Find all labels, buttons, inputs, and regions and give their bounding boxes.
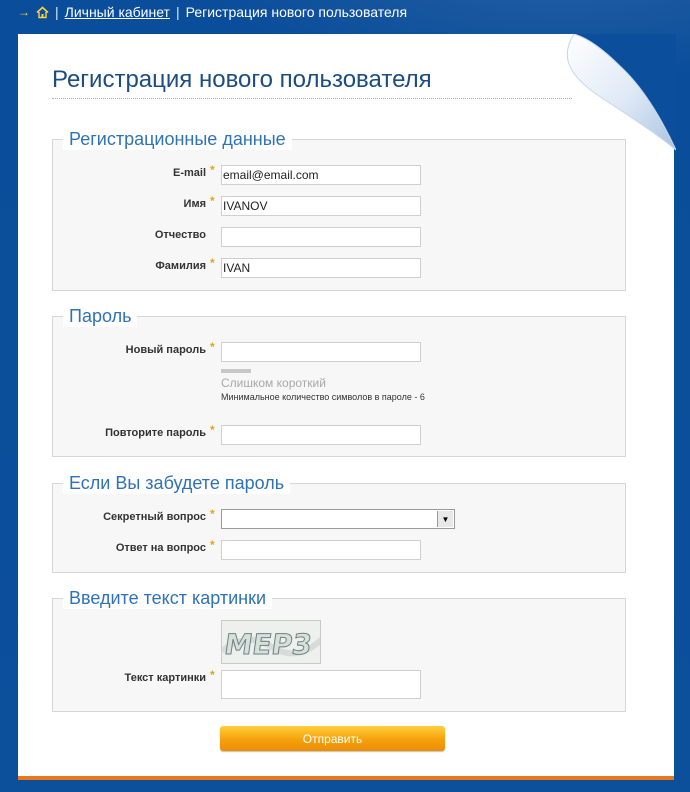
patronymic-field[interactable] [221,227,421,247]
page-title: Регистрация нового пользователя [52,66,432,93]
arrow-icon: → [18,5,30,19]
patronymic-label: Отчество [154,229,206,241]
email-label: E-mail [172,167,206,179]
submit-button[interactable]: Отправить [220,726,445,751]
breadcrumb-link-cabinet[interactable]: Личный кабинет [65,4,170,20]
section-legend: Введите текст картинки [63,587,273,609]
password-hint: Минимальное количество символов в пароле… [221,392,425,402]
chevron-down-icon[interactable]: ▼ [437,511,453,527]
repeat-password-label: Повторите пароль [105,427,206,439]
new-password-label: Новый пароль [125,344,206,356]
first-name-field[interactable] [221,196,421,216]
last-name-label: Фамилия [155,260,206,272]
home-icon[interactable] [36,5,49,19]
section-legend: Если Вы забудете пароль [63,472,291,494]
first-name-label: Имя [183,198,206,210]
title-divider [52,98,572,99]
last-name-field[interactable] [221,258,421,278]
breadcrumb-current: Регистрация нового пользователя [185,4,408,20]
captcha-input[interactable] [221,670,421,699]
breadcrumb-separator: | [175,4,180,20]
required-marker: * [210,507,215,521]
required-marker: * [210,256,215,270]
page-curl-decoration [560,33,677,152]
answer-field[interactable] [221,540,421,560]
repeat-password-field[interactable] [221,425,421,445]
required-marker: * [210,538,215,552]
breadcrumb: → | Личный кабинет | Регистрация нового … [18,2,680,22]
required-marker: * [210,163,215,177]
captcha-image: МЕР3 [221,620,321,664]
answer-label: Ответ на вопрос [115,542,206,554]
bottom-bar [18,776,674,780]
required-marker: * [210,423,215,437]
section-legend: Пароль [63,305,138,327]
password-strength-bar [221,369,251,373]
email-field[interactable] [221,165,421,185]
new-password-field[interactable] [221,342,421,362]
captcha-label: Текст картинки [124,672,206,684]
required-marker: * [210,340,215,354]
captcha-text: МЕР3 [222,628,314,661]
secret-question-select[interactable]: ▼ [221,509,455,529]
breadcrumb-separator: | [55,4,59,20]
secret-question-label: Секретный вопрос [103,511,206,523]
required-marker: * [210,194,215,208]
section-legend: Регистрационные данные [63,128,292,150]
password-strength-text: Слишком короткий [221,376,326,390]
required-marker: * [210,668,215,682]
